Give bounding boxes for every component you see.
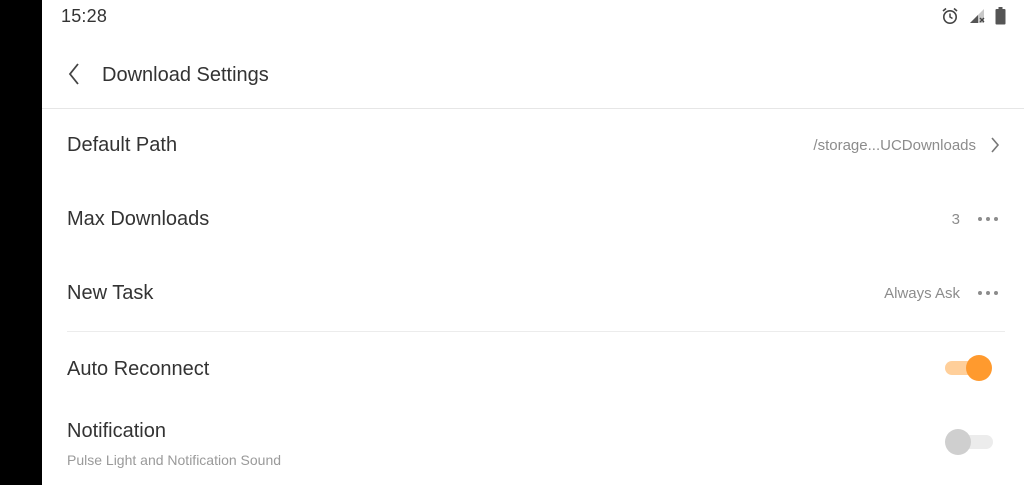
notification-label: Notification [67, 420, 166, 442]
chevron-left-icon [67, 62, 81, 91]
default-path-value: /storage...UCDownloads [813, 137, 976, 154]
status-bar: 15:28 [42, 0, 1024, 34]
chevron-right-icon [990, 136, 1000, 159]
auto-reconnect-label: Auto Reconnect [67, 358, 210, 380]
new-task-row[interactable]: New Task Always Ask [42, 258, 1024, 330]
more-dots-icon[interactable] [978, 217, 998, 221]
alarm-icon [941, 7, 959, 25]
app-bar: Download Settings [42, 44, 1024, 109]
battery-icon [995, 7, 1006, 25]
auto-reconnect-row[interactable]: Auto Reconnect [42, 334, 1024, 404]
status-time: 15:28 [61, 6, 108, 26]
new-task-value: Always Ask [884, 285, 960, 302]
notification-subtitle: Pulse Light and Notification Sound [67, 452, 282, 468]
notification-toggle[interactable] [945, 429, 993, 455]
new-task-label: New Task [67, 282, 154, 304]
more-dots-icon[interactable] [978, 291, 998, 295]
default-path-label: Default Path [67, 134, 178, 156]
settings-screen: 15:28 Download Settings Default Path /st… [42, 0, 1024, 485]
back-button[interactable] [60, 60, 88, 92]
default-path-row[interactable]: Default Path /storage...UCDownloads [42, 110, 1024, 182]
max-downloads-row[interactable]: Max Downloads 3 [42, 184, 1024, 256]
toggle-thumb [966, 355, 992, 381]
max-downloads-label: Max Downloads [67, 208, 210, 230]
auto-reconnect-toggle[interactable] [945, 355, 993, 381]
section-divider [67, 331, 1005, 332]
page-title: Download Settings [102, 64, 269, 86]
toggle-thumb [945, 429, 971, 455]
notification-row[interactable]: Notification Pulse Light and Notificatio… [42, 406, 1024, 485]
status-icons [941, 7, 1006, 25]
signal-icon [969, 8, 985, 24]
max-downloads-value: 3 [951, 211, 960, 228]
